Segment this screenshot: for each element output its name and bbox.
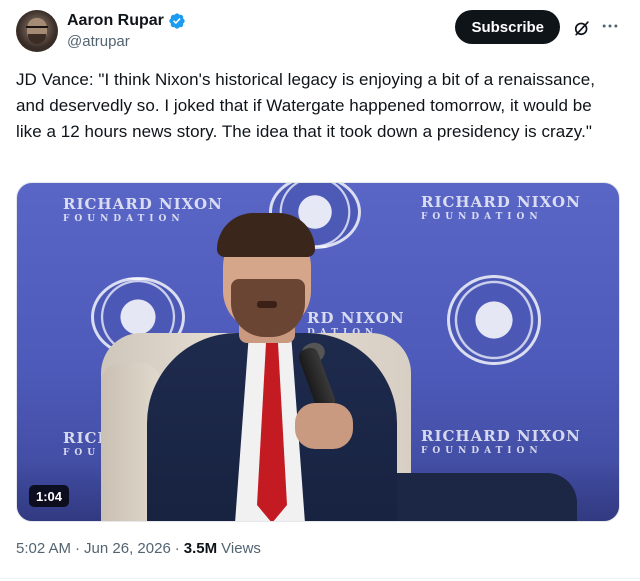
speaker-mouth — [257, 301, 277, 308]
divider — [0, 578, 640, 579]
backdrop-logo-line2: FOUNDATION — [421, 212, 543, 222]
avatar-glasses — [26, 26, 48, 31]
backdrop-logo: RICHARD NIXON FOUNDATION — [63, 195, 223, 224]
backdrop-logo: RICHARD NIXON FOUNDATION — [421, 193, 581, 222]
views-count[interactable]: 3.5M — [184, 540, 217, 557]
tweet-date[interactable]: Jun 26, 2026 — [84, 540, 171, 557]
grok-icon[interactable] — [572, 18, 592, 38]
author-display-name[interactable]: Aaron Rupar — [67, 12, 164, 30]
subscribe-button[interactable]: Subscribe — [455, 10, 560, 44]
backdrop-logo-line1: RICHARD NIXON — [63, 195, 223, 213]
speaker-hand — [295, 403, 353, 449]
video-player[interactable]: RICHARD NIXON FOUNDATION RICHARD NIXON F… — [16, 182, 620, 522]
video-duration-badge: 1:04 — [29, 485, 70, 507]
backdrop-logo-line1: RICHARD NIXON — [421, 427, 581, 445]
backdrop-logo: RICHARD NIXON FOUNDATION — [421, 427, 581, 456]
views-label[interactable]: Views — [221, 540, 261, 557]
speaker-hair — [217, 213, 315, 257]
backdrop-logo-line2: FOUNDATION — [421, 446, 543, 456]
tweet-header: Aaron Rupar @atrupar Subscribe — [16, 10, 624, 58]
tweet-text: JD Vance: "I think Nixon's historical le… — [16, 70, 595, 141]
backdrop-logo-line2: FOUNDATION — [63, 214, 185, 224]
backdrop-logo-line1: RD NIXON — [307, 309, 405, 327]
tweet-meta: 5:02 AM · Jun 26, 2026 · 3.5M Views — [16, 540, 261, 557]
tweet-time[interactable]: 5:02 AM — [16, 540, 71, 557]
backdrop-logo-line1: RICHARD NIXON — [421, 193, 581, 211]
meta-separator: · — [174, 540, 180, 557]
presidential-seal-icon — [447, 275, 541, 365]
more-options-icon[interactable] — [600, 16, 620, 36]
author-handle[interactable]: @atrupar — [67, 33, 186, 50]
avatar-beard — [28, 34, 46, 44]
tweet-post: Aaron Rupar @atrupar Subscribe JD Vance:… — [0, 0, 640, 581]
avatar[interactable] — [16, 10, 58, 52]
author-names: Aaron Rupar @atrupar — [67, 10, 186, 50]
meta-separator: · — [75, 540, 81, 557]
verified-badge-icon[interactable] — [168, 12, 186, 30]
display-name-row: Aaron Rupar — [67, 10, 186, 32]
